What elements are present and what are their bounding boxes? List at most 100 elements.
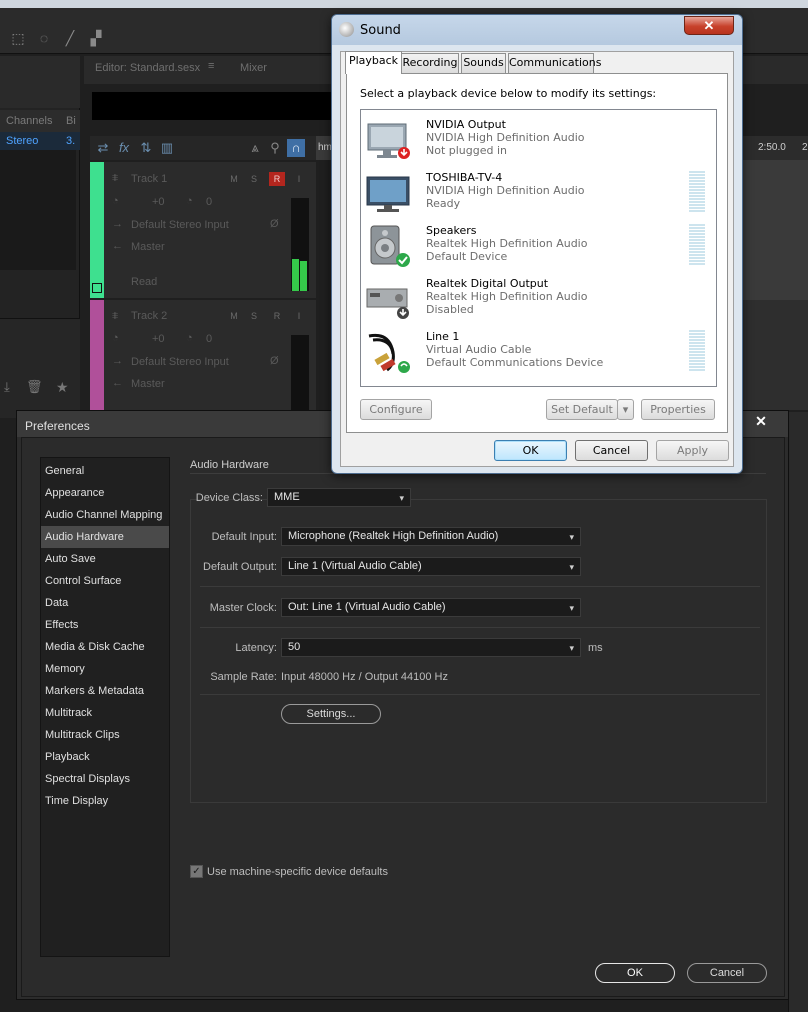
ok-button[interactable]: OK (595, 963, 675, 983)
tab-mixer[interactable]: Mixer (240, 62, 267, 74)
nav-control-surface[interactable]: Control Surface (41, 570, 169, 592)
lasso-tool-icon[interactable]: ◌ (36, 30, 52, 46)
nav-audio-hardware[interactable]: Audio Hardware (41, 526, 169, 548)
pan-knob-icon[interactable]: ◔ (186, 195, 193, 207)
track-name[interactable]: Track 1 (131, 173, 167, 185)
nav-general[interactable]: General (41, 460, 169, 482)
device-item-nvidia-output[interactable]: NVIDIA Output NVIDIA High Definition Aud… (361, 114, 716, 167)
marquee-tool-icon[interactable]: ⬚ (10, 30, 26, 46)
device-status: Default Communications Device (426, 356, 604, 369)
device-item-line-1[interactable]: Line 1 Virtual Audio Cable Default Commu… (361, 326, 716, 379)
bi-header[interactable]: Bi (66, 115, 76, 127)
nav-media-disk-cache[interactable]: Media & Disk Cache (41, 636, 169, 658)
device-item-speakers[interactable]: Speakers Realtek High Definition Audio D… (361, 220, 716, 273)
healing-tool-icon[interactable]: ▞ (88, 30, 104, 46)
chevron-down-icon: ▾ (622, 403, 629, 416)
nav-memory[interactable]: Memory (41, 658, 169, 680)
mute-button[interactable]: M (226, 172, 242, 186)
nav-multitrack[interactable]: Multitrack (41, 702, 169, 724)
close-icon[interactable]: ✕ (684, 16, 734, 35)
phase-invert-icon[interactable]: Ø (270, 355, 279, 367)
track-1-clip-area[interactable] (742, 160, 808, 300)
time-ruler-right[interactable]: 2:50.0 2 (742, 136, 808, 160)
track-input[interactable]: Default Stereo Input (131, 219, 229, 231)
phase-invert-icon[interactable]: Ø (270, 218, 279, 230)
track-2-clip-area[interactable] (742, 300, 808, 410)
track-pan[interactable]: 0 (206, 333, 212, 345)
device-level-meter (689, 224, 705, 266)
tab-editor[interactable]: Editor: Standard.sesx (95, 62, 200, 74)
tab-playback[interactable]: Playback (345, 51, 402, 74)
settings-button[interactable]: Settings... (281, 704, 381, 724)
track-pan[interactable]: 0 (206, 196, 212, 208)
sends-icon[interactable]: ⇅ (137, 139, 155, 157)
metronome-icon[interactable]: ⩓ (246, 139, 264, 157)
apply-button[interactable]: Apply (656, 440, 729, 461)
import-icon[interactable]: ⤓ (4, 379, 10, 395)
properties-button[interactable]: Properties (641, 399, 715, 420)
input-monitor-button[interactable]: I (291, 172, 307, 186)
track-name[interactable]: Track 2 (131, 310, 167, 322)
nav-time-display[interactable]: Time Display (41, 790, 169, 812)
nav-markers-metadata[interactable]: Markers & Metadata (41, 680, 169, 702)
nav-auto-save[interactable]: Auto Save (41, 548, 169, 570)
record-arm-button[interactable]: R (269, 309, 285, 323)
channels-header[interactable]: Channels (6, 115, 52, 127)
input-monitor-button[interactable]: I (291, 309, 307, 323)
brush-tool-icon[interactable]: ╱ (62, 30, 78, 46)
nav-playback[interactable]: Playback (41, 746, 169, 768)
nav-appearance[interactable]: Appearance (41, 482, 169, 504)
nav-audio-channel-mapping[interactable]: Audio Channel Mapping (41, 504, 169, 526)
close-icon[interactable]: ✕ (751, 413, 771, 431)
ok-button[interactable]: OK (494, 440, 567, 461)
tab-recording[interactable]: Recording (401, 53, 459, 73)
automation-mode[interactable]: Read (131, 276, 157, 288)
latency-select[interactable]: 50 ▾ (281, 638, 581, 657)
set-default-dropdown[interactable]: ▾ (617, 399, 634, 420)
master-clock-select[interactable]: Out: Line 1 (Virtual Audio Cable) ▾ (281, 598, 581, 617)
solo-button[interactable]: S (246, 172, 262, 186)
track-volume[interactable]: +0 (152, 333, 165, 345)
nav-spectral-displays[interactable]: Spectral Displays (41, 768, 169, 790)
input-monitor-icon[interactable]: ∩ (287, 139, 305, 157)
ruler-tick-label: 2 (802, 142, 808, 153)
nav-multitrack-clips[interactable]: Multitrack Clips (41, 724, 169, 746)
cancel-button[interactable]: Cancel (687, 963, 767, 983)
device-item-toshiba-tv[interactable]: TOSHIBA-TV-4 NVIDIA High Definition Audi… (361, 167, 716, 220)
machine-defaults-checkbox[interactable]: ✓ (190, 865, 203, 878)
mute-button[interactable]: M (226, 309, 242, 323)
set-default-button[interactable]: Set Default (546, 399, 618, 420)
record-arm-button[interactable]: R (269, 172, 285, 186)
default-output-select[interactable]: Line 1 (Virtual Audio Cable) ▾ (281, 557, 581, 576)
default-input-select[interactable]: Microphone (Realtek High Definition Audi… (281, 527, 581, 546)
track-output[interactable]: Master (131, 378, 165, 390)
volume-knob-icon[interactable]: ◔ (112, 195, 119, 207)
sound-titlebar[interactable]: Sound ✕ (332, 15, 742, 45)
favorite-star-icon[interactable]: ★ (56, 379, 69, 396)
solo-button[interactable]: S (246, 309, 262, 323)
track-1-select-box[interactable] (92, 283, 102, 293)
automation-icon[interactable]: ⚲ (266, 139, 284, 157)
configure-button[interactable]: Configure (360, 399, 432, 420)
nav-effects[interactable]: Effects (41, 614, 169, 636)
trash-icon[interactable]: 🗑 (26, 379, 43, 395)
cancel-button[interactable]: Cancel (575, 440, 648, 461)
tab-menu-icon[interactable]: ≡ (208, 60, 214, 72)
file-row[interactable]: Stereo 3. (0, 132, 80, 150)
pan-knob-icon[interactable]: ◔ (186, 332, 193, 344)
overview-bar[interactable] (92, 92, 332, 120)
chevron-down-icon: ▾ (569, 562, 574, 572)
fx-icon[interactable]: fx (115, 139, 133, 157)
device-item-realtek-digital-output[interactable]: Realtek Digital Output Realtek High Defi… (361, 273, 716, 326)
device-class-select[interactable]: MME ▾ (267, 488, 411, 507)
volume-knob-icon[interactable]: ◔ (112, 332, 119, 344)
swap-icon[interactable]: ⇄ (94, 139, 112, 157)
track-output[interactable]: Master (131, 241, 165, 253)
track-input[interactable]: Default Stereo Input (131, 356, 229, 368)
tab-sounds[interactable]: Sounds (461, 53, 506, 73)
eq-icon[interactable]: ▥ (158, 139, 176, 157)
nav-data[interactable]: Data (41, 592, 169, 614)
tab-communications[interactable]: Communications (508, 53, 601, 73)
files-column-headers: Channels Bi (0, 110, 80, 132)
track-volume[interactable]: +0 (152, 196, 165, 208)
